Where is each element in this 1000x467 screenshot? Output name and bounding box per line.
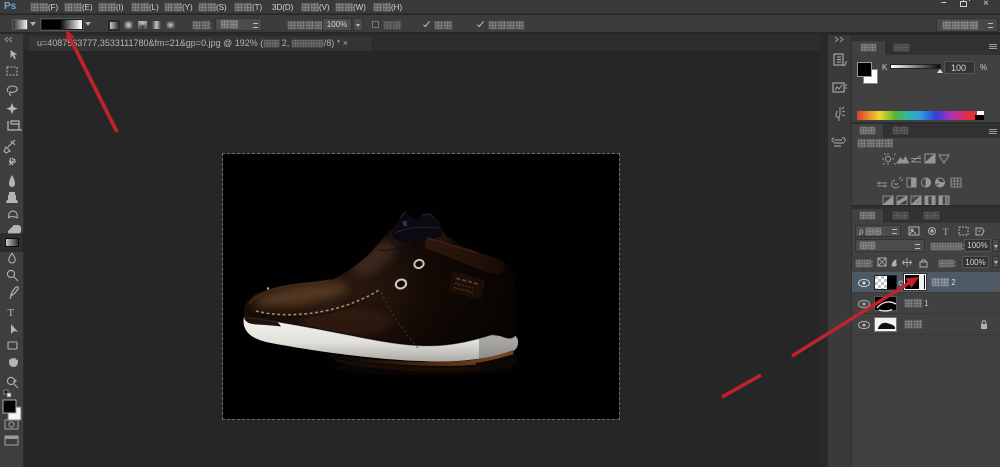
svg-text:T: T	[8, 307, 15, 319]
svg-text:T: T	[943, 227, 949, 237]
